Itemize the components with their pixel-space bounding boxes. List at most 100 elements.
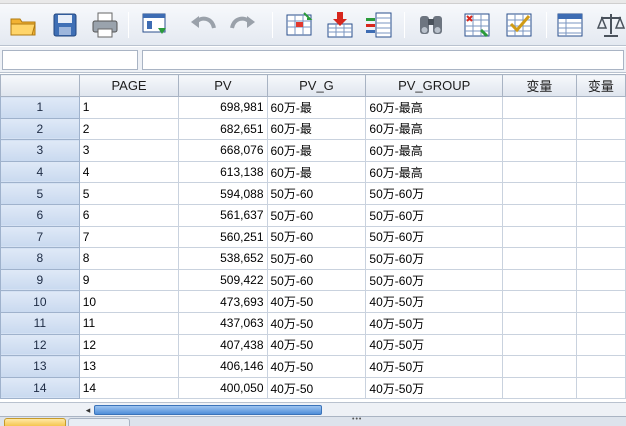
- table-row[interactable]: 10 10 473,693 40万-50 40万-50万: [0, 290, 626, 313]
- tab-data-view[interactable]: [4, 418, 66, 426]
- cell-pv[interactable]: 560,251: [178, 225, 268, 249]
- row-number[interactable]: 4: [0, 160, 80, 184]
- cell-value-field[interactable]: [142, 50, 624, 70]
- cell-empty[interactable]: [575, 311, 626, 335]
- cell-page[interactable]: 14: [78, 376, 180, 400]
- cell-page[interactable]: 1: [78, 96, 180, 119]
- cell-pv-g[interactable]: 40万-50: [266, 355, 367, 378]
- row-number[interactable]: 11: [0, 311, 80, 335]
- cell-pv[interactable]: 668,076: [178, 139, 268, 162]
- cell-pv[interactable]: 613,138: [178, 160, 268, 184]
- table-row[interactable]: 5 5 594,088 50万-60 50万-60万: [0, 182, 626, 205]
- table-row[interactable]: 11 11 437,063 40万-50 40万-50万: [0, 311, 626, 335]
- table-row[interactable]: 2 2 682,651 60万-最 60万-最高: [0, 117, 626, 141]
- cell-pv-g[interactable]: 40万-50: [266, 333, 367, 357]
- table-row[interactable]: 1 1 698,981 60万-最 60万-最高: [0, 96, 626, 119]
- cell-pv[interactable]: 682,651: [178, 117, 268, 141]
- cell-pv-group[interactable]: 60万-最高: [365, 139, 504, 162]
- cell-pv-g[interactable]: 50万-60: [266, 268, 367, 292]
- cell-pv[interactable]: 473,693: [178, 290, 268, 313]
- cell-pv[interactable]: 509,422: [178, 268, 268, 292]
- cell-pv-group[interactable]: 50万-60万: [365, 247, 504, 270]
- horizontal-scrollbar[interactable]: ◂: [80, 402, 626, 416]
- cell-pv-g[interactable]: 60万-最: [266, 117, 367, 141]
- cell-empty[interactable]: [502, 96, 577, 119]
- cell-pv[interactable]: 561,637: [178, 203, 268, 227]
- cell-pv-group[interactable]: 60万-最高: [365, 160, 504, 184]
- row-number[interactable]: 12: [0, 333, 80, 357]
- cell-pv-group[interactable]: 50万-60万: [365, 268, 504, 292]
- cell-page[interactable]: 4: [78, 160, 180, 184]
- grid-corner[interactable]: [0, 74, 80, 97]
- split-file-icon[interactable]: [462, 10, 492, 40]
- find-icon[interactable]: [416, 10, 446, 40]
- cell-pv-g[interactable]: 50万-60: [266, 182, 367, 205]
- cell-pv-group[interactable]: 40万-50万: [365, 333, 504, 357]
- cell-pv-g[interactable]: 50万-60: [266, 225, 367, 249]
- cell-page[interactable]: 3: [78, 139, 180, 162]
- cell-page[interactable]: 13: [78, 355, 180, 378]
- cell-pv-g[interactable]: 50万-60: [266, 247, 367, 270]
- select-cases-icon[interactable]: [504, 10, 534, 40]
- row-number[interactable]: 14: [0, 376, 80, 400]
- table-row[interactable]: 3 3 668,076 60万-最 60万-最高: [0, 139, 626, 162]
- cell-page[interactable]: 2: [78, 117, 180, 141]
- table-row[interactable]: 6 6 561,637 50万-60 50万-60万: [0, 203, 626, 227]
- cell-empty[interactable]: [502, 290, 577, 313]
- cell-pv-g[interactable]: 40万-50: [266, 311, 367, 335]
- cell-empty[interactable]: [502, 333, 577, 357]
- cell-empty[interactable]: [575, 268, 626, 292]
- cell-empty[interactable]: [502, 160, 577, 184]
- cell-pv-group[interactable]: 60万-最高: [365, 96, 504, 119]
- cell-page[interactable]: 12: [78, 333, 180, 357]
- cell-pv-g[interactable]: 40万-50: [266, 290, 367, 313]
- row-number[interactable]: 9: [0, 268, 80, 292]
- cell-empty[interactable]: [575, 290, 626, 313]
- cell-pv-group[interactable]: 40万-50万: [365, 376, 504, 400]
- cell-pv-g[interactable]: 60万-最: [266, 160, 367, 184]
- cell-pv-g[interactable]: 40万-50: [266, 376, 367, 400]
- cell-pv-group[interactable]: 60万-最高: [365, 117, 504, 141]
- cell-empty[interactable]: [575, 376, 626, 400]
- save-icon[interactable]: [50, 10, 80, 40]
- cell-empty[interactable]: [575, 139, 626, 162]
- cell-page[interactable]: 10: [78, 290, 180, 313]
- scroll-left-arrow-icon[interactable]: ◂: [82, 404, 94, 416]
- cell-pv[interactable]: 400,050: [178, 376, 268, 400]
- column-header-page[interactable]: PAGE: [78, 74, 180, 97]
- row-number[interactable]: 1: [0, 96, 80, 119]
- cell-empty[interactable]: [502, 247, 577, 270]
- cell-page[interactable]: 9: [78, 268, 180, 292]
- cell-empty[interactable]: [502, 311, 577, 335]
- cell-pv[interactable]: 698,981: [178, 96, 268, 119]
- row-number[interactable]: 13: [0, 355, 80, 378]
- print-icon[interactable]: [90, 10, 120, 40]
- cell-empty[interactable]: [575, 225, 626, 249]
- weight-cases-icon[interactable]: [596, 10, 626, 40]
- cell-name-field[interactable]: [2, 50, 138, 70]
- cell-pv-group[interactable]: 40万-50万: [365, 290, 504, 313]
- cell-pv[interactable]: 594,088: [178, 182, 268, 205]
- cell-page[interactable]: 6: [78, 203, 180, 227]
- cell-pv-group[interactable]: 40万-50万: [365, 355, 504, 378]
- scroll-thumb[interactable]: [94, 405, 322, 415]
- column-header-empty-variable[interactable]: 变量: [575, 74, 626, 97]
- cell-pv-group[interactable]: 50万-60万: [365, 225, 504, 249]
- cell-pv[interactable]: 407,438: [178, 333, 268, 357]
- table-row[interactable]: 4 4 613,138 60万-最 60万-最高: [0, 160, 626, 184]
- column-header-pv[interactable]: PV: [178, 74, 268, 97]
- cell-empty[interactable]: [575, 182, 626, 205]
- cell-page[interactable]: 7: [78, 225, 180, 249]
- cell-pv-group[interactable]: 40万-50万: [365, 311, 504, 335]
- row-number[interactable]: 3: [0, 139, 80, 162]
- column-header-pv-g[interactable]: PV_G: [266, 74, 367, 97]
- splitter-grip-icon[interactable]: •••: [352, 416, 362, 423]
- recall-dialog-icon[interactable]: [140, 10, 170, 40]
- row-number[interactable]: 8: [0, 247, 80, 270]
- undo-icon[interactable]: [188, 10, 218, 40]
- go-to-case-icon[interactable]: [284, 10, 314, 40]
- table-row[interactable]: 7 7 560,251 50万-60 50万-60万: [0, 225, 626, 249]
- cell-pv[interactable]: 437,063: [178, 311, 268, 335]
- cell-empty[interactable]: [502, 139, 577, 162]
- cell-empty[interactable]: [575, 96, 626, 119]
